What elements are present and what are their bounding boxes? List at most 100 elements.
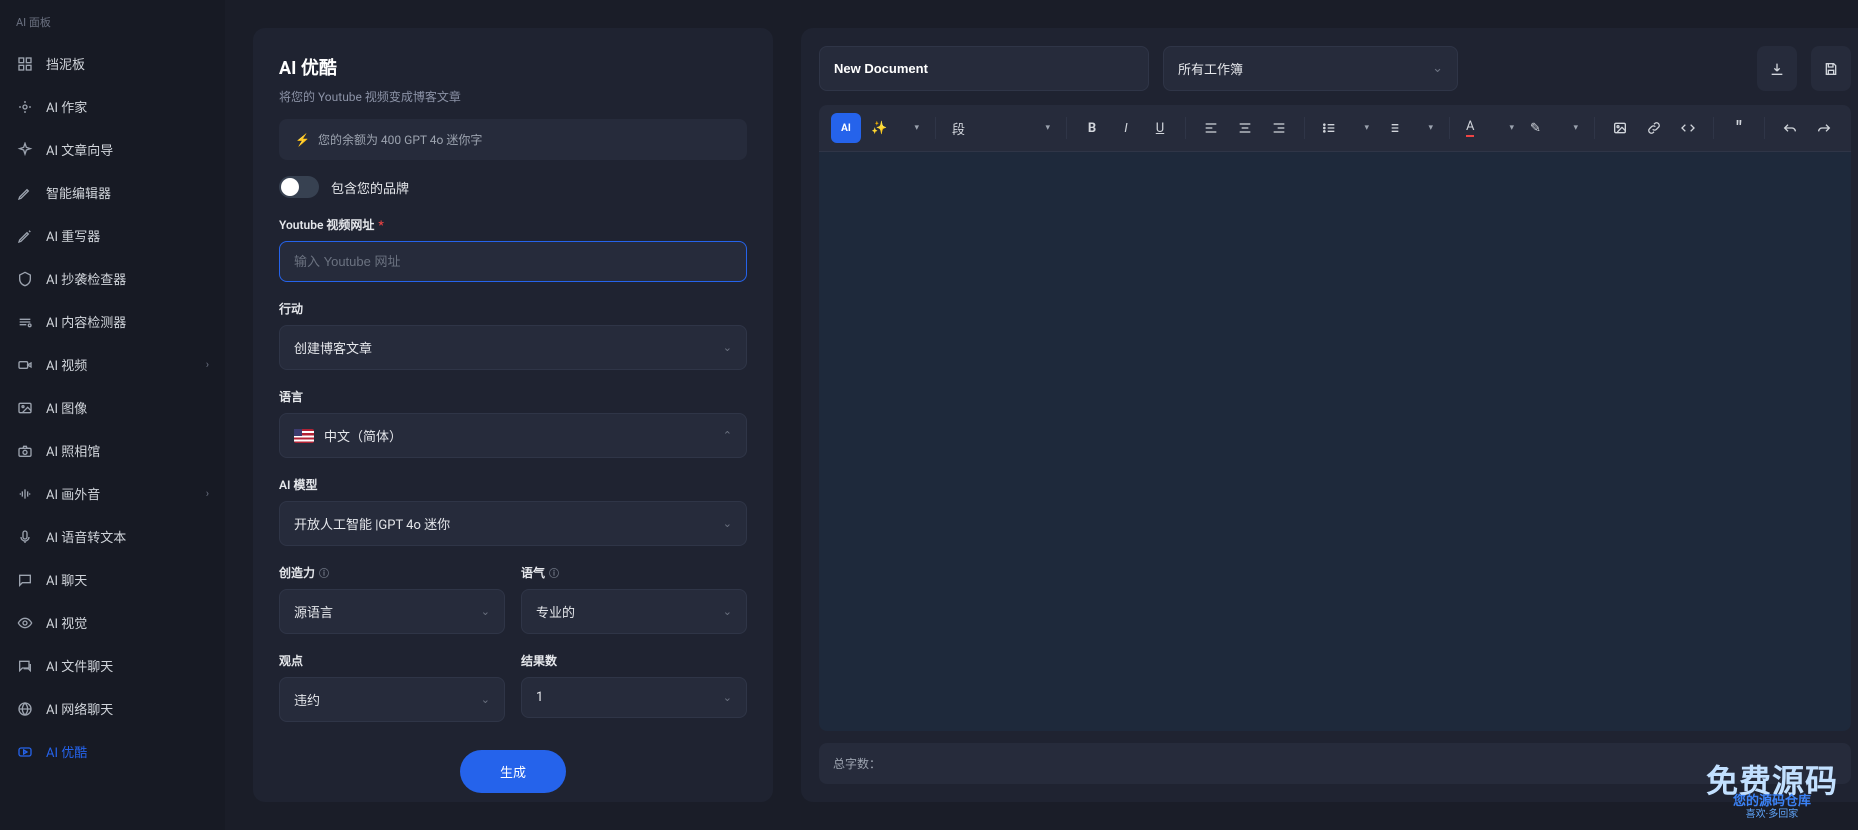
lang-label: 语言 [279, 388, 747, 405]
brand-toggle-row: 包含您的品牌 [279, 176, 747, 198]
sidebar-item-plagiarism[interactable]: AI 抄袭检查器 [0, 257, 225, 300]
camera-icon [16, 442, 34, 460]
form-panel: AI 优酷 将您的 Youtube 视频变成博客文章 ⚡ 您的余额为 400 G… [253, 28, 773, 802]
shield-icon [16, 270, 34, 288]
pov-select[interactable]: 违约⌄ [279, 677, 505, 722]
model-select[interactable]: 开放人工智能 |GPT 4o 迷你⌄ [279, 501, 747, 546]
redo-button[interactable] [1809, 113, 1839, 143]
sidebar-item-image[interactable]: AI 图像 [0, 386, 225, 429]
magic-dropdown[interactable]: ✨▾ [865, 113, 925, 143]
balance-note: ⚡ 您的余额为 400 GPT 4o 迷你字 [279, 119, 747, 160]
sidebar-item-label: AI 文件聊天 [46, 656, 209, 675]
workbook-select[interactable]: 所有工作簿⌄ [1163, 46, 1458, 91]
tone-select[interactable]: 专业的⌄ [521, 589, 747, 634]
file-chat-icon [16, 657, 34, 675]
sidebar-item-filechat[interactable]: AI 文件聊天 [0, 644, 225, 687]
sidebar-section-title: AI 面板 [0, 14, 225, 42]
code-button[interactable] [1673, 113, 1703, 143]
detector-icon [16, 313, 34, 331]
paragraph-dropdown[interactable]: 段▾ [946, 113, 1056, 143]
action-select[interactable]: 创建博客文章⌄ [279, 325, 747, 370]
sidebar-item-vision[interactable]: AI 视觉 [0, 601, 225, 644]
sidebar-item-video[interactable]: AI 视频 › [0, 343, 225, 386]
link-button[interactable] [1639, 113, 1669, 143]
highlight-dropdown[interactable]: ✎▾ [1524, 113, 1584, 143]
pov-label: 观点 [279, 652, 505, 669]
sidebar-item-dashboard[interactable]: 挡泥板 [0, 42, 225, 85]
creativity-select[interactable]: 源语言⌄ [279, 589, 505, 634]
align-center-button[interactable] [1230, 113, 1260, 143]
sidebar-item-label: AI 重写器 [46, 226, 209, 245]
sidebar-item-voiceover[interactable]: AI 画外音 › [0, 472, 225, 515]
bold-button[interactable]: B [1077, 113, 1107, 143]
sidebar-item-webchat[interactable]: AI 网络聊天 [0, 687, 225, 730]
bullet-list-dropdown[interactable]: ▾ [1315, 113, 1375, 143]
globe-icon [16, 700, 34, 718]
sidebar-item-label: AI 图像 [46, 398, 209, 417]
undo-button[interactable] [1775, 113, 1805, 143]
audio-icon [16, 485, 34, 503]
balance-text: 您的余额为 400 GPT 4o 迷你字 [318, 131, 482, 148]
quote-button[interactable]: " [1724, 113, 1754, 143]
chat-icon [16, 571, 34, 589]
sidebar-item-label: AI 优酷 [46, 742, 209, 761]
editor-topbar: 所有工作簿⌄ [819, 46, 1851, 91]
ai-button[interactable]: AI [831, 113, 861, 143]
results-select[interactable]: 1⌄ [521, 677, 747, 718]
sidebar-item-label: AI 抄袭检查器 [46, 269, 209, 288]
image-icon [16, 399, 34, 417]
flag-icon [294, 429, 314, 443]
sidebar-item-wizard[interactable]: AI 文章向导 [0, 128, 225, 171]
word-count: 总字数： [819, 743, 1851, 784]
action-label: 行动 [279, 300, 747, 317]
sidebar-item-writer[interactable]: AI 作家 [0, 85, 225, 128]
ai-icon [16, 98, 34, 116]
sidebar-item-label: AI 聊天 [46, 570, 209, 589]
sidebar-item-label: 挡泥板 [46, 54, 209, 73]
align-left-button[interactable] [1196, 113, 1226, 143]
sidebar-item-label: AI 作家 [46, 97, 209, 116]
save-button[interactable] [1811, 46, 1851, 91]
sidebar-item-label: 智能编辑器 [46, 183, 209, 202]
pen-icon [16, 184, 34, 202]
info-icon: ⓘ [549, 565, 559, 580]
align-right-button[interactable] [1264, 113, 1294, 143]
generate-button[interactable]: 生成 [460, 750, 566, 793]
sidebar-item-photo[interactable]: AI 照相馆 [0, 429, 225, 472]
highlight-icon: ✎ [1530, 121, 1541, 136]
sidebar: AI 面板 挡泥板 AI 作家 AI 文章向导 智能编辑器 AI 重写器 AI … [0, 0, 225, 830]
language-select[interactable]: 中文（简体） ⌃ [279, 413, 747, 458]
sidebar-item-rewriter[interactable]: AI 重写器 [0, 214, 225, 257]
sidebar-item-label: AI 文章向导 [46, 140, 209, 159]
sidebar-item-label: AI 照相馆 [46, 441, 209, 460]
underline-button[interactable]: U [1145, 113, 1175, 143]
rewrite-icon [16, 227, 34, 245]
chevron-right-icon: › [206, 358, 209, 371]
editor-content[interactable] [819, 152, 1851, 731]
youtube-url-input[interactable] [279, 241, 747, 282]
insert-image-button[interactable] [1605, 113, 1635, 143]
download-button[interactable] [1757, 46, 1797, 91]
editor-panel: 所有工作簿⌄ AI ✨▾ 段▾ B I U ▾ ▾ [801, 28, 1858, 802]
sparkle-icon [16, 141, 34, 159]
youtube-icon [16, 743, 34, 761]
number-list-dropdown[interactable]: ▾ [1379, 113, 1439, 143]
tone-label: 语气ⓘ [521, 564, 747, 581]
info-icon: ⓘ [319, 565, 329, 580]
sidebar-item-editor[interactable]: 智能编辑器 [0, 171, 225, 214]
page-subtitle: 将您的 Youtube 视频变成博客文章 [279, 88, 747, 105]
sidebar-item-stt[interactable]: AI 语音转文本 [0, 515, 225, 558]
sidebar-item-youtube[interactable]: AI 优酷 [0, 730, 225, 773]
sidebar-item-label: AI 语音转文本 [46, 527, 209, 546]
eye-icon [16, 614, 34, 632]
document-name-input[interactable] [819, 46, 1149, 91]
italic-button[interactable]: I [1111, 113, 1141, 143]
brand-toggle[interactable] [279, 176, 319, 198]
results-label: 结果数 [521, 652, 747, 669]
sidebar-item-chat[interactable]: AI 聊天 [0, 558, 225, 601]
sidebar-item-detector[interactable]: AI 内容检测器 [0, 300, 225, 343]
text-color-dropdown[interactable]: A▾ [1460, 113, 1520, 143]
model-label: AI 模型 [279, 476, 747, 493]
sidebar-item-label: AI 内容检测器 [46, 312, 209, 331]
sidebar-item-label: AI 网络聊天 [46, 699, 209, 718]
